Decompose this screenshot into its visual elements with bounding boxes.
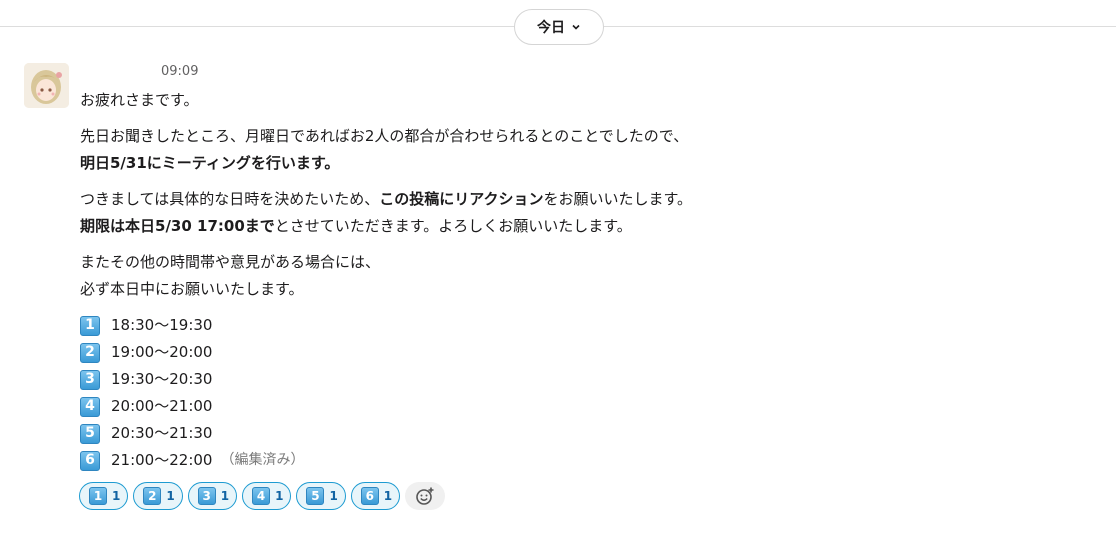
avatar[interactable]: [24, 63, 69, 108]
keycap-3-icon: 3: [80, 369, 100, 390]
message-bold-text: 明日5/31にミーティングを行います。: [80, 154, 340, 172]
time-option-text: 19:30〜20:30: [111, 370, 213, 388]
day-divider-label: 今日: [537, 20, 565, 36]
time-option-text: 21:00〜22:00: [111, 451, 213, 469]
keycap-4-icon: 4: [80, 396, 100, 417]
time-option: 2 19:00〜20:00: [80, 339, 1080, 366]
time-option: 1 18:30〜19:30: [80, 312, 1080, 339]
time-option-text: 20:30〜21:30: [111, 424, 213, 442]
reaction-count: 1: [275, 489, 284, 503]
time-option: 4 20:00〜21:00: [80, 393, 1080, 420]
time-option-list: 1 18:30〜19:30 2 19:00〜20:00 3 19:30〜20:30 4…: [80, 312, 1080, 474]
message-text: つきましては具体的な日時を決めたいため、: [80, 190, 380, 208]
reaction-keycap-6[interactable]: 61: [350, 482, 401, 510]
keycap-5-icon: 5: [306, 487, 325, 505]
message-body: お疲れさまです。 先日お聞きしたところ、月曜日であればお2人の都合が合わせられる…: [80, 87, 1080, 474]
message-bold-text: 期限は本日5/30 17:00まで: [80, 217, 275, 235]
reaction-count: 1: [112, 489, 121, 503]
time-option-text: 19:00〜20:00: [111, 343, 213, 361]
keycap-5-icon: 5: [80, 423, 100, 444]
add-emoji-icon: [416, 487, 434, 505]
keycap-1-icon: 1: [89, 487, 107, 505]
chevron-down-icon: [572, 24, 580, 30]
time-option: 6 21:00〜22:00 （編集済み）: [80, 447, 1080, 474]
day-divider-button[interactable]: 今日: [514, 9, 604, 45]
reaction-keycap-4[interactable]: 41: [242, 482, 292, 510]
reaction-bar: 11 21 31 41 51 61: [79, 482, 446, 510]
reaction-count: 1: [220, 489, 230, 503]
time-option-text: 18:30〜19:30: [111, 316, 213, 334]
add-reaction-button[interactable]: [405, 482, 446, 510]
reaction-keycap-3[interactable]: 31: [187, 482, 238, 510]
time-option: 5 20:30〜21:30: [80, 420, 1080, 447]
reaction-count: 1: [329, 489, 338, 503]
keycap-6-icon: 6: [360, 487, 379, 505]
message-paragraph: つきましては具体的な日時を決めたいため、この投稿にリアクションをお願いいたします…: [80, 186, 1080, 240]
time-option: 3 19:30〜20:30: [80, 366, 1080, 393]
message-bold-text: この投稿にリアクション: [379, 190, 544, 208]
message-text: またその他の時間帯や意見がある場合には、: [80, 253, 381, 271]
message-text: 必ず本日中にお願いいたします。: [80, 280, 304, 298]
avatar-illustration: [24, 63, 69, 108]
reaction-keycap-2[interactable]: 21: [133, 482, 183, 510]
keycap-3-icon: 3: [197, 487, 216, 505]
time-option-text: 20:00〜21:00: [111, 397, 213, 415]
keycap-4-icon: 4: [252, 487, 271, 505]
message-text: とさせていただきます。よろしくお願いいたします。: [274, 217, 632, 235]
message-text: 先日お聞きしたところ、月曜日であればお2人の都合が合わせられるとのことでしたので…: [80, 127, 689, 145]
message-paragraph: お疲れさまです。: [80, 87, 1080, 114]
message-text: をお願いいたします。: [543, 190, 693, 208]
keycap-6-icon: 6: [80, 450, 100, 471]
message-timestamp[interactable]: 09:09: [161, 64, 198, 79]
reaction-keycap-5[interactable]: 51: [296, 482, 346, 510]
reaction-keycap-1[interactable]: 11: [79, 482, 129, 510]
edited-label: （編集済み）: [220, 452, 305, 468]
message-paragraph: 先日お聞きしたところ、月曜日であればお2人の都合が合わせられるとのことでしたので…: [80, 123, 1080, 177]
reaction-count: 1: [383, 489, 393, 503]
keycap-1-icon: 1: [80, 315, 100, 336]
keycap-2-icon: 2: [80, 342, 100, 363]
keycap-2-icon: 2: [143, 487, 162, 505]
message-paragraph: またその他の時間帯や意見がある場合には、 必ず本日中にお願いいたします。: [80, 249, 1080, 303]
message-text: お疲れさまです。: [80, 91, 199, 109]
reaction-count: 1: [166, 489, 175, 503]
